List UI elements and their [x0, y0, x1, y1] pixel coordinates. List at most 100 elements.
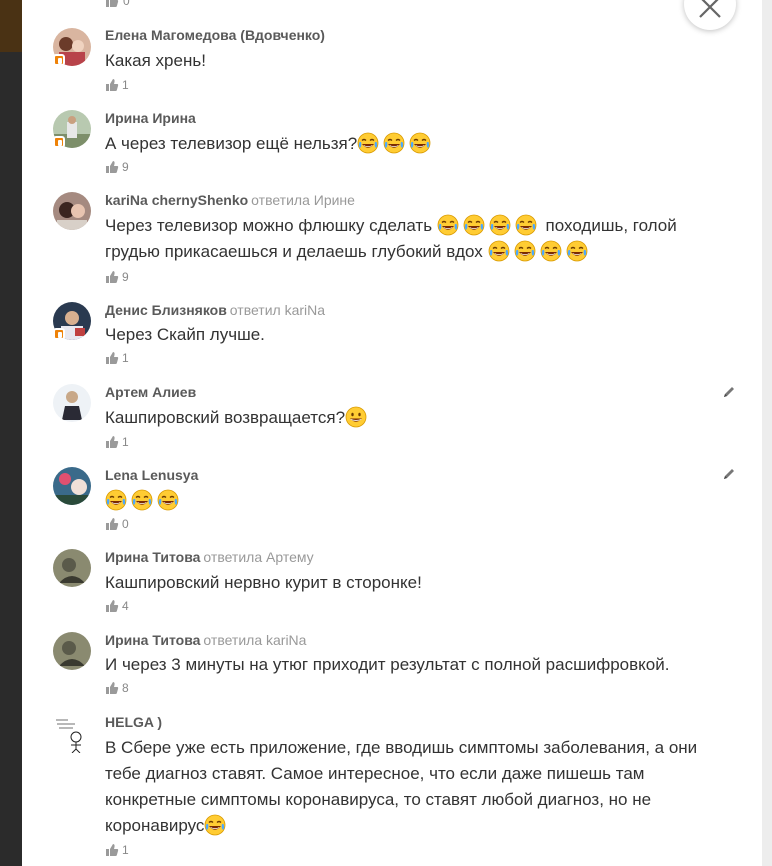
comment-text-content: Через Скайп лучше.: [105, 325, 265, 344]
like-button[interactable]: 4: [105, 599, 129, 613]
like-button[interactable]: 1: [105, 351, 129, 365]
like-button[interactable]: 0: [105, 0, 130, 8]
like-button[interactable]: 1: [105, 843, 129, 857]
comment-text: Кашпировский нервно курит в сторонке!: [105, 570, 715, 596]
laugh-cry-emoji-icon: [437, 214, 459, 236]
thumbs-up-icon: [105, 160, 119, 174]
like-count: 1: [122, 78, 129, 92]
like-button[interactable]: 9: [105, 160, 129, 174]
laugh-cry-emoji-icon: [540, 240, 562, 262]
author-name[interactable]: HELGA ): [105, 714, 162, 730]
comment-text: А через телевизор ещё нельзя?: [105, 131, 715, 157]
comment-text-content: грудью прикасаешься и делаешь глубокий в…: [105, 242, 483, 261]
comment-text-content: конкретные симптомы коронавируса, то ста…: [105, 790, 652, 809]
like-count: 0: [122, 517, 129, 531]
like-button[interactable]: 0: [105, 517, 129, 531]
mobile-badge-icon: [53, 328, 65, 340]
mobile-badge-icon: [53, 54, 65, 66]
comment-text-content: В Сбере уже есть приложение, где вводишь…: [105, 738, 698, 757]
comment-text: Какая хрень!: [105, 48, 715, 74]
avatar[interactable]: [53, 632, 91, 670]
author-name[interactable]: Елена Магомедова (Вдовченко): [105, 27, 325, 43]
reply-target-name[interactable]: kariNa: [266, 632, 306, 648]
laugh-cry-emoji-icon: [566, 240, 588, 262]
thumbs-up-icon: [105, 517, 119, 531]
like-count: 4: [122, 599, 129, 613]
avatar[interactable]: [53, 467, 91, 505]
avatar[interactable]: [53, 715, 91, 753]
pencil-icon[interactable]: [722, 467, 736, 481]
laugh-cry-emoji-icon: [357, 132, 379, 154]
comment-header: Елена Магомедова (Вдовченко): [105, 26, 325, 44]
comment-text: Кашпировский возвращается?: [105, 405, 715, 431]
thumbs-up-icon: [105, 843, 119, 857]
comment-text: И через 3 минуты на утюг приходит резуль…: [105, 652, 715, 678]
left-dark-sidebar: [0, 0, 22, 866]
thumbs-up-icon: [105, 599, 119, 613]
laugh-cry-emoji-icon: [383, 132, 405, 154]
comment-header: Ирина Титова ответила kariNa: [105, 631, 306, 649]
like-count: 1: [122, 843, 129, 857]
author-name[interactable]: Ирина Титова: [105, 632, 200, 648]
comment-header: HELGA ): [105, 713, 162, 731]
like-button[interactable]: 8: [105, 681, 129, 695]
laugh-cry-emoji-icon: [105, 489, 127, 511]
comment-text-content: Кашпировский возвращается?: [105, 408, 346, 427]
reply-label: ответила: [203, 549, 263, 565]
like-button[interactable]: 1: [105, 78, 129, 92]
pencil-icon[interactable]: [722, 385, 736, 399]
comment-text-content: коронавирус: [105, 816, 205, 835]
laugh-cry-emoji-icon: [157, 489, 179, 511]
like-button[interactable]: 9: [105, 270, 129, 284]
avatar[interactable]: [53, 192, 91, 230]
thumbs-up-icon: [105, 78, 119, 92]
like-count: 9: [122, 160, 129, 174]
like-count: 9: [122, 270, 129, 284]
author-name[interactable]: kariNa chernyShenko: [105, 192, 248, 208]
laugh-cry-emoji-icon: [131, 489, 153, 511]
comment-header: kariNa chernyShenko ответила Ирине: [105, 191, 355, 209]
comment-header: Ирина Титова ответила Артему: [105, 548, 314, 566]
author-name[interactable]: Артем Алиев: [105, 384, 196, 400]
comment-text-content: И через 3 минуты на утюг приходит резуль…: [105, 655, 670, 674]
thumbs-up-icon: [105, 681, 119, 695]
like-count: 0: [123, 0, 130, 8]
laugh-cry-emoji-icon: [489, 214, 511, 236]
laugh-cry-emoji-icon: [463, 214, 485, 236]
comment-text: В Сбере уже есть приложение, где вводишь…: [105, 735, 715, 839]
comment-header: Lena Lenusya: [105, 466, 198, 484]
like-count: 8: [122, 681, 129, 695]
author-name[interactable]: Ирина Титова: [105, 549, 200, 565]
comment-text-content: тебе диагноз ставят. Самое интересное, ч…: [105, 764, 645, 783]
comment-text-content: Через телевизор можно флюшку сделать: [105, 216, 433, 235]
reply-target-name[interactable]: Артему: [266, 549, 314, 565]
author-name[interactable]: Ирина Ирина: [105, 110, 196, 126]
thumbs-up-icon: [105, 435, 119, 449]
laugh-cry-emoji-icon: [515, 214, 537, 236]
comment-text-content: Кашпировский нервно курит в сторонке!: [105, 573, 422, 592]
reply-indicator: ответила Артему: [203, 549, 313, 565]
laugh-cry-emoji-icon: [514, 240, 536, 262]
mobile-badge-icon: [53, 136, 65, 148]
comment-text-content: походишь, голой: [545, 216, 677, 235]
grin-emoji-icon: [345, 406, 367, 428]
reply-target-name[interactable]: kariNa: [285, 302, 325, 318]
author-name[interactable]: Lena Lenusya: [105, 467, 198, 483]
left-sidebar-header: [0, 0, 22, 52]
avatar[interactable]: [53, 384, 91, 422]
scrollbar-track[interactable]: [762, 0, 772, 866]
comment-text: Через Скайп лучше.: [105, 322, 715, 348]
avatar[interactable]: [53, 549, 91, 587]
like-button[interactable]: 1: [105, 435, 129, 449]
reply-target-name[interactable]: Ирине: [314, 192, 355, 208]
reply-indicator: ответила Ирине: [251, 192, 355, 208]
comment-text-content: А через телевизор ещё нельзя?: [105, 134, 358, 153]
like-count: 1: [122, 435, 129, 449]
laugh-cry-emoji-icon: [204, 814, 226, 836]
reply-indicator: ответила kariNa: [203, 632, 306, 648]
reply-label: ответила: [203, 632, 263, 648]
reply-label: ответил: [229, 302, 281, 318]
author-name[interactable]: Денис Близняков: [105, 302, 227, 318]
laugh-cry-emoji-icon: [488, 240, 510, 262]
comment-header: Ирина Ирина: [105, 109, 196, 127]
